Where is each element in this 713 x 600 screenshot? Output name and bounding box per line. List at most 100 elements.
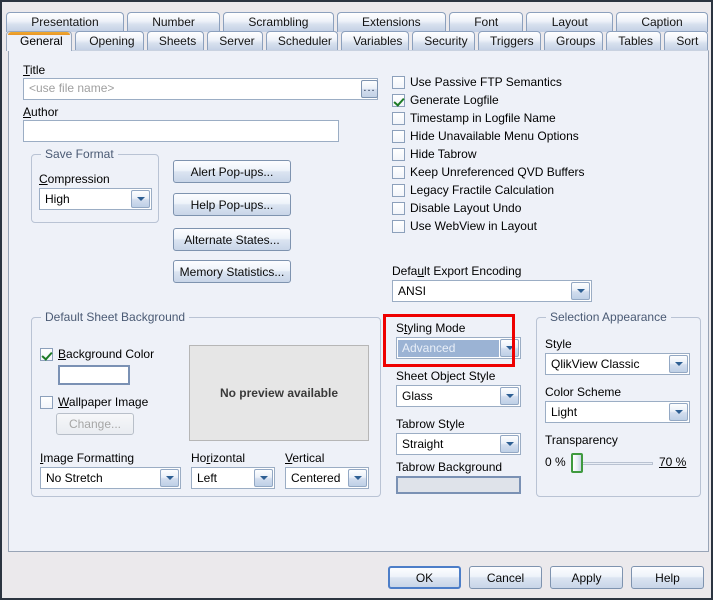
chevron-down-icon[interactable]: [571, 282, 590, 300]
preview-text: No preview available: [219, 386, 339, 400]
alternate-states-button[interactable]: Alternate States...: [173, 228, 291, 251]
tab-server[interactable]: Server: [207, 31, 263, 51]
checkbox-icon[interactable]: [392, 93, 405, 107]
selection-style-label: Style: [545, 337, 572, 351]
tab-general[interactable]: General: [6, 31, 73, 51]
checkbox-icon[interactable]: [392, 165, 405, 179]
help-popups-button[interactable]: Help Pop-ups...: [173, 193, 291, 216]
checkbox-generate-logfile[interactable]: Generate Logfile: [392, 93, 499, 107]
chevron-down-icon[interactable]: [500, 387, 519, 405]
memory-statistics-button[interactable]: Memory Statistics...: [173, 260, 291, 283]
tab-sheets[interactable]: Sheets: [146, 31, 205, 51]
tab-caption[interactable]: Caption: [616, 12, 708, 32]
tab-opening[interactable]: Opening: [75, 31, 144, 51]
tab-layout[interactable]: Layout: [526, 12, 614, 32]
help-button[interactable]: Help: [631, 566, 704, 589]
checkbox-label: Generate Logfile: [410, 93, 499, 107]
background-color-swatch[interactable]: [58, 365, 130, 385]
checkbox-keep-unreferenced-qvd-buffers[interactable]: Keep Unreferenced QVD Buffers: [392, 165, 585, 179]
checkbox-icon[interactable]: [392, 183, 405, 197]
tab-label: Scheduler: [277, 34, 332, 48]
tabrow-style-value: Straight: [402, 437, 444, 451]
title-label: Title: [23, 63, 46, 77]
checkbox-background-color[interactable]: Background Color: [40, 347, 154, 361]
tabrow-background-label: Tabrow Background: [396, 460, 503, 474]
title-input[interactable]: <use file name>: [23, 78, 378, 100]
checkbox-disable-layout-undo[interactable]: Disable Layout Undo: [392, 201, 521, 215]
styling-mode-value: Advanced: [398, 339, 499, 357]
chevron-down-icon[interactable]: [500, 435, 519, 453]
tab-label: Security: [424, 34, 468, 48]
vertical-select[interactable]: Centered: [285, 467, 369, 489]
tab-scrambling[interactable]: Scrambling: [223, 12, 334, 32]
title-browse-button[interactable]: ...: [361, 80, 378, 98]
checkbox-hide-unavailable-menu-options[interactable]: Hide Unavailable Menu Options: [392, 129, 579, 143]
compression-select[interactable]: High: [39, 188, 152, 210]
tab-triggers[interactable]: Triggers: [478, 31, 542, 51]
sheet-object-style-select[interactable]: Glass: [396, 385, 521, 407]
horizontal-value: Left: [197, 471, 218, 485]
horizontal-select[interactable]: Left: [191, 467, 275, 489]
checkbox-hide-tabrow[interactable]: Hide Tabrow: [392, 147, 476, 161]
save-format-title: Save Format: [41, 147, 118, 161]
selection-style-select[interactable]: QlikView Classic: [545, 353, 690, 375]
tab-tables[interactable]: Tables: [606, 31, 662, 51]
checkbox-legacy-fractile-calculation[interactable]: Legacy Fractile Calculation: [392, 183, 554, 197]
tab-extensions[interactable]: Extensions: [336, 12, 446, 32]
tabrow-style-select[interactable]: Straight: [396, 433, 521, 455]
checkbox-wallpaper-image[interactable]: Wallpaper Image: [40, 395, 148, 409]
chevron-down-icon[interactable]: [669, 403, 688, 421]
chevron-down-icon[interactable]: [254, 469, 273, 487]
alert-popups-button[interactable]: Alert Pop-ups...: [173, 160, 291, 183]
tab-label: Layout: [551, 15, 588, 29]
tab-variables[interactable]: Variables: [341, 31, 410, 51]
transparency-slider-track[interactable]: [575, 462, 653, 465]
styling-mode-select[interactable]: Advanced: [396, 337, 521, 359]
checkbox-use-webview-in-layout[interactable]: Use WebView in Layout: [392, 219, 537, 233]
checkbox-icon[interactable]: [392, 75, 405, 89]
chevron-down-icon[interactable]: [131, 190, 150, 208]
author-input[interactable]: [23, 120, 339, 142]
alert-popups-label: Alert Pop-ups...: [190, 164, 274, 179]
chevron-down-icon[interactable]: [348, 469, 367, 487]
checkbox-icon[interactable]: [392, 147, 405, 161]
checkbox-icon[interactable]: [40, 347, 53, 361]
horizontal-label: Horizontal: [191, 451, 246, 465]
image-formatting-select[interactable]: No Stretch: [40, 467, 181, 489]
tab-number[interactable]: Number: [126, 12, 221, 32]
checkbox-icon[interactable]: [392, 219, 405, 233]
horizontal-label-text: izontal: [210, 451, 246, 465]
change-wallpaper-label: Change...: [68, 417, 122, 431]
cancel-button[interactable]: Cancel: [469, 566, 542, 589]
apply-button[interactable]: Apply: [550, 566, 623, 589]
export-encoding-select[interactable]: ANSI: [392, 280, 592, 302]
checkbox-icon[interactable]: [392, 129, 405, 143]
tab-scheduler[interactable]: Scheduler: [265, 31, 339, 51]
tab-label: Sheets: [158, 34, 197, 48]
transparency-slider-thumb[interactable]: [571, 453, 583, 473]
checkbox-timestamp-in-logfile-name[interactable]: Timestamp in Logfile Name: [392, 111, 556, 125]
ok-button[interactable]: OK: [388, 566, 461, 589]
dialog-footer: OK Cancel Apply Help: [4, 554, 711, 598]
tab-presentation[interactable]: Presentation: [6, 12, 124, 32]
tab-label: Tables: [618, 34, 653, 48]
tab-label: Caption: [641, 15, 683, 29]
vertical-label: Vertical: [285, 451, 325, 465]
tabrow-background-swatch[interactable]: [396, 476, 521, 494]
checkbox-icon[interactable]: [392, 111, 405, 125]
tab-security[interactable]: Security: [412, 31, 476, 51]
tab-sort[interactable]: Sort: [664, 31, 709, 51]
export-encoding-value: ANSI: [398, 284, 427, 298]
export-encoding-label-text: lt Export Encoding: [424, 264, 522, 278]
tab-groups[interactable]: Groups: [544, 31, 604, 51]
checkbox-icon[interactable]: [392, 201, 405, 215]
change-wallpaper-button[interactable]: Change...: [56, 413, 134, 435]
checkbox-use-passive-ftp[interactable]: Use Passive FTP Semantics: [392, 75, 562, 89]
tab-label: Sort: [676, 34, 699, 48]
chevron-down-icon[interactable]: [500, 339, 519, 357]
color-scheme-select[interactable]: Light: [545, 401, 690, 423]
chevron-down-icon[interactable]: [669, 355, 688, 373]
checkbox-icon[interactable]: [40, 395, 53, 409]
tab-font[interactable]: Font: [448, 12, 524, 32]
chevron-down-icon[interactable]: [160, 469, 179, 487]
